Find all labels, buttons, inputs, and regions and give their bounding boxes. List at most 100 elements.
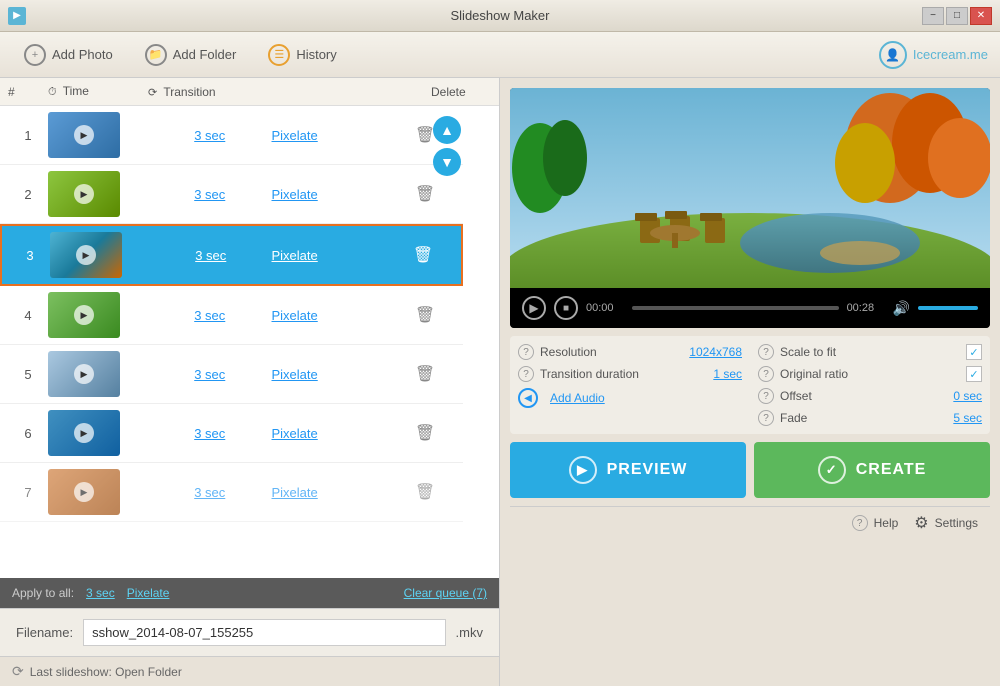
resolution-row: ? Resolution 1024x768 <box>518 344 742 360</box>
slide-transition[interactable]: Pixelate <box>272 128 396 143</box>
resolution-help-icon[interactable]: ? <box>518 344 534 360</box>
help-button[interactable]: ? Help <box>852 515 899 531</box>
add-folder-button[interactable]: 📁 Add Folder <box>133 40 249 70</box>
move-up-button[interactable]: ▲ <box>433 116 461 144</box>
slide-transition[interactable]: Pixelate <box>272 367 396 382</box>
slide-item[interactable]: 4 ▶ 3 sec Pixelate 🗑 <box>0 286 463 345</box>
slide-number: 7 <box>8 485 48 500</box>
col-time-header: ⏱ Time <box>48 84 148 99</box>
minimize-button[interactable]: − <box>922 7 944 25</box>
slide-transition[interactable]: Pixelate <box>272 187 396 202</box>
delete-slide-button[interactable]: 🗑 <box>393 245 453 265</box>
play-icon: ▶ <box>74 305 94 325</box>
play-icon: ▶ <box>76 245 96 265</box>
transition-dur-help-icon[interactable]: ? <box>518 366 534 382</box>
action-buttons: ▶ PREVIEW ✓ CREATE <box>510 442 990 498</box>
brand-icon: 👤 <box>879 41 907 69</box>
slide-time[interactable]: 3 sec <box>148 128 272 143</box>
stop-button[interactable]: ■ <box>554 296 578 320</box>
brand-label: Icecream.me <box>913 47 988 62</box>
volume-icon[interactable]: 🔊 <box>893 300 910 317</box>
delete-slide-button[interactable]: 🗑 <box>395 184 455 204</box>
offset-help-icon[interactable]: ? <box>758 388 774 404</box>
slide-thumbnail: ▶ <box>48 112 120 158</box>
play-icon: ▶ <box>74 125 94 145</box>
video-frame <box>510 88 990 288</box>
apply-time[interactable]: 3 sec <box>86 586 115 600</box>
fade-value[interactable]: 5 sec <box>953 411 982 425</box>
delete-slide-button[interactable]: 🗑 <box>395 364 455 384</box>
slide-transition[interactable]: Pixelate <box>272 248 394 263</box>
slide-time[interactable]: 3 sec <box>148 426 272 441</box>
slide-time[interactable]: 3 sec <box>148 367 272 382</box>
filename-bar: Filename: .mkv <box>0 608 499 656</box>
ratio-checkbox[interactable]: ✓ <box>966 366 982 382</box>
scale-help-icon[interactable]: ? <box>758 344 774 360</box>
slide-time[interactable]: 3 sec <box>150 248 272 263</box>
slide-item[interactable]: 2 ▶ 3 sec Pixelate 🗑 <box>0 165 463 224</box>
settings-button[interactable]: ⚙ Settings <box>914 513 978 533</box>
play-icon: ▶ <box>74 364 94 384</box>
offset-value[interactable]: 0 sec <box>953 389 982 403</box>
time-total: 00:28 <box>847 302 885 314</box>
slide-number: 6 <box>8 426 48 441</box>
clear-queue-button[interactable]: Clear queue (7) <box>404 586 487 600</box>
app-icon: ▶ <box>8 7 26 25</box>
slide-transition[interactable]: Pixelate <box>272 426 396 441</box>
play-button[interactable]: ▶ <box>522 296 546 320</box>
slide-thumbnail: ▶ <box>48 351 120 397</box>
transition-dur-row: ? Transition duration 1 sec <box>518 366 742 382</box>
slide-time[interactable]: 3 sec <box>148 485 272 500</box>
apply-transition[interactable]: Pixelate <box>127 586 170 600</box>
transition-dur-label: Transition duration <box>540 367 639 381</box>
restore-button[interactable]: □ <box>946 7 968 25</box>
slide-item-selected[interactable]: 3 ▶ 3 sec Pixelate 🗑 <box>0 224 463 286</box>
history-icon: ☰ <box>268 44 290 66</box>
delete-slide-button[interactable]: 🗑 <box>395 482 455 502</box>
slide-item[interactable]: 5 ▶ 3 sec Pixelate 🗑 <box>0 345 463 404</box>
move-down-button[interactable]: ▼ <box>433 148 461 176</box>
filename-input[interactable] <box>83 619 445 646</box>
slide-number: 4 <box>8 308 48 323</box>
slide-list-wrapper: ▲ ▼ 1 ▶ 3 sec Pixelate 🗑 2 <box>0 106 499 578</box>
slide-transition[interactable]: Pixelate <box>272 308 396 323</box>
history-button[interactable]: ☰ History <box>256 40 348 70</box>
slide-item[interactable]: 1 ▶ 3 sec Pixelate 🗑 <box>0 106 463 165</box>
toolbar: + Add Photo 📁 Add Folder ☰ History 👤 Ice… <box>0 32 1000 78</box>
transition-dur-value[interactable]: 1 sec <box>713 367 742 381</box>
fade-help-icon[interactable]: ? <box>758 410 774 426</box>
titlebar: ▶ Slideshow Maker − □ ✕ <box>0 0 1000 32</box>
ratio-help-icon[interactable]: ? <box>758 366 774 382</box>
last-slideshow-text: Last slideshow: Open Folder <box>30 665 182 679</box>
preview-button[interactable]: ▶ PREVIEW <box>510 442 746 498</box>
main-content: # ⏱ Time ⟳ Transition Delete ▲ ▼ 1 <box>0 78 1000 686</box>
slide-item[interactable]: 7 ▶ 3 sec Pixelate 🗑 <box>0 463 463 522</box>
slide-time[interactable]: 3 sec <box>148 187 272 202</box>
settings-gear-icon: ⚙ <box>914 513 928 533</box>
slide-number: 3 <box>10 248 50 263</box>
close-button[interactable]: ✕ <box>970 7 992 25</box>
slide-transition[interactable]: Pixelate <box>272 485 396 500</box>
slide-number: 2 <box>8 187 48 202</box>
scale-checkbox[interactable]: ✓ <box>966 344 982 360</box>
slide-item[interactable]: 6 ▶ 3 sec Pixelate 🗑 <box>0 404 463 463</box>
progress-bar[interactable] <box>632 306 839 310</box>
scale-row: ? Scale to fit ✓ <box>758 344 982 360</box>
slide-thumbnail: ▶ <box>48 171 120 217</box>
resolution-value[interactable]: 1024x768 <box>689 345 742 359</box>
add-photo-button[interactable]: + Add Photo <box>12 40 125 70</box>
slide-number: 5 <box>8 367 48 382</box>
create-button[interactable]: ✓ CREATE <box>754 442 990 498</box>
delete-slide-button[interactable]: 🗑 <box>395 305 455 325</box>
add-audio-button[interactable]: Add Audio <box>550 391 605 405</box>
add-audio-icon[interactable]: ◀ <box>518 388 538 408</box>
brand-area: 👤 Icecream.me <box>879 41 988 69</box>
resolution-label: Resolution <box>540 345 597 359</box>
slide-time[interactable]: 3 sec <box>148 308 272 323</box>
play-icon: ▶ <box>74 184 94 204</box>
help-circle-icon: ? <box>852 515 868 531</box>
filename-ext: .mkv <box>456 625 483 640</box>
slide-thumbnail: ▶ <box>48 469 120 515</box>
delete-slide-button[interactable]: 🗑 <box>395 423 455 443</box>
volume-bar[interactable] <box>918 306 978 310</box>
